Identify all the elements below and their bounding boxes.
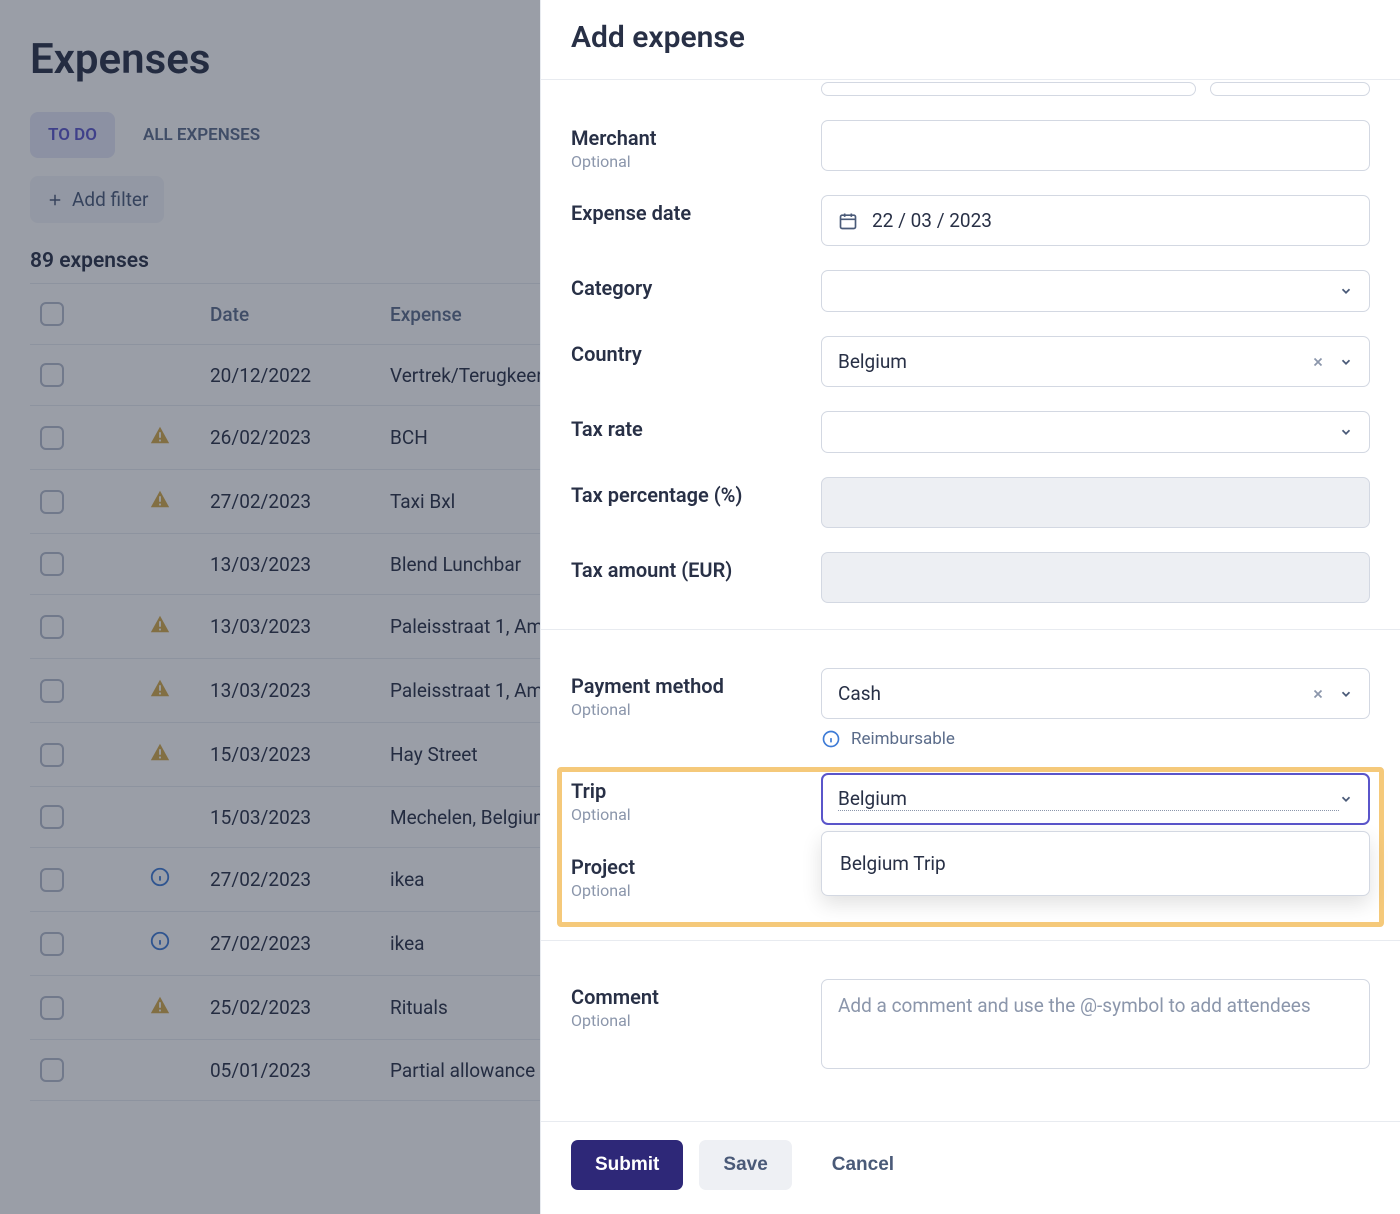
add-filter-button[interactable]: Add filter [30,176,164,223]
tax-percentage-input [821,477,1370,528]
save-button[interactable]: Save [699,1140,791,1190]
tax-amount-label: Tax amount (EUR) [571,558,801,582]
info-icon [149,866,171,893]
info-icon [149,930,171,957]
row-date: 27/02/2023 [210,868,390,891]
category-label: Category [571,276,801,300]
reimbursable-indicator: Reimbursable [821,729,1370,749]
row-checkbox[interactable] [40,932,64,956]
row-date: 27/02/2023 [210,932,390,955]
row-checkbox[interactable] [40,363,64,387]
category-select[interactable] [821,270,1370,312]
header-date: Date [210,303,390,326]
info-icon [821,729,841,749]
panel-title: Add expense [541,0,1400,80]
chevron-down-icon [1339,687,1353,701]
tab-todo[interactable]: TO DO [30,112,115,158]
row-date: 15/03/2023 [210,743,390,766]
warning-icon [149,677,171,704]
submit-button[interactable]: Submit [571,1140,683,1190]
trip-value: Belgium [838,787,1339,811]
chevron-down-icon [1339,284,1353,298]
trip-label: Trip [571,779,801,803]
section-divider [541,629,1400,630]
cancel-button[interactable]: Cancel [808,1140,918,1190]
tax-amount-input [821,552,1370,603]
clear-icon[interactable] [1311,687,1325,701]
tab-all-expenses[interactable]: ALL EXPENSES [125,112,278,158]
row-date: 13/03/2023 [210,615,390,638]
row-checkbox[interactable] [40,743,64,767]
row-date: 27/02/2023 [210,490,390,513]
panel-body: Merchant Optional Expense date 22 / 03 /… [541,80,1400,1121]
country-value: Belgium [838,350,1311,373]
row-checkbox[interactable] [40,679,64,703]
country-select[interactable]: Belgium [821,336,1370,387]
payment-method-value: Cash [838,682,1311,705]
row-checkbox[interactable] [40,1058,64,1082]
chevron-down-icon [1339,425,1353,439]
chevron-down-icon [1339,792,1353,806]
trip-dropdown: Belgium Trip [821,831,1370,896]
trip-optional: Optional [571,805,801,824]
row-date: 13/03/2023 [210,679,390,702]
row-date: 15/03/2023 [210,806,390,829]
select-all-checkbox[interactable] [40,302,64,326]
chevron-down-icon [1339,355,1353,369]
warning-icon [149,741,171,768]
row-checkbox[interactable] [40,552,64,576]
section-divider [541,940,1400,941]
tax-percentage-label: Tax percentage (%) [571,483,801,507]
merchant-optional: Optional [571,152,801,171]
row-date: 05/01/2023 [210,1059,390,1082]
add-expense-panel: Add expense Merchant Optional Expense da… [540,0,1400,1214]
warning-icon [149,613,171,640]
tax-rate-label: Tax rate [571,417,801,441]
payment-method-label: Payment method [571,674,801,698]
tax-rate-select[interactable] [821,411,1370,453]
comment-optional: Optional [571,1011,801,1030]
add-filter-label: Add filter [72,188,148,211]
comment-textarea[interactable] [821,979,1370,1069]
expense-date-value: 22 / 03 / 2023 [872,209,1353,232]
calendar-icon [838,211,858,231]
plus-icon [46,191,64,209]
panel-footer: Submit Save Cancel [541,1121,1400,1214]
partial-input-right[interactable] [1210,82,1370,96]
row-date: 20/12/2022 [210,364,390,387]
merchant-label: Merchant [571,126,801,150]
row-checkbox[interactable] [40,805,64,829]
row-checkbox[interactable] [40,868,64,892]
clear-icon[interactable] [1311,355,1325,369]
row-checkbox[interactable] [40,996,64,1020]
row-date: 25/02/2023 [210,996,390,1019]
payment-method-select[interactable]: Cash [821,668,1370,719]
row-date: 26/02/2023 [210,426,390,449]
expense-date-input[interactable]: 22 / 03 / 2023 [821,195,1370,246]
warning-icon [149,994,171,1021]
row-date: 13/03/2023 [210,553,390,576]
merchant-input[interactable] [821,120,1370,171]
trip-option[interactable]: Belgium Trip [822,838,1369,889]
warning-icon [149,424,171,451]
warning-icon [149,488,171,515]
comment-label: Comment [571,985,801,1009]
row-checkbox[interactable] [40,615,64,639]
payment-method-optional: Optional [571,700,801,719]
country-label: Country [571,342,801,366]
project-label: Project [571,855,801,879]
expense-date-label: Expense date [571,201,801,225]
row-checkbox[interactable] [40,426,64,450]
project-optional: Optional [571,881,801,900]
row-checkbox[interactable] [40,490,64,514]
partial-input-left[interactable] [821,82,1196,96]
trip-select[interactable]: Belgium [821,773,1370,825]
